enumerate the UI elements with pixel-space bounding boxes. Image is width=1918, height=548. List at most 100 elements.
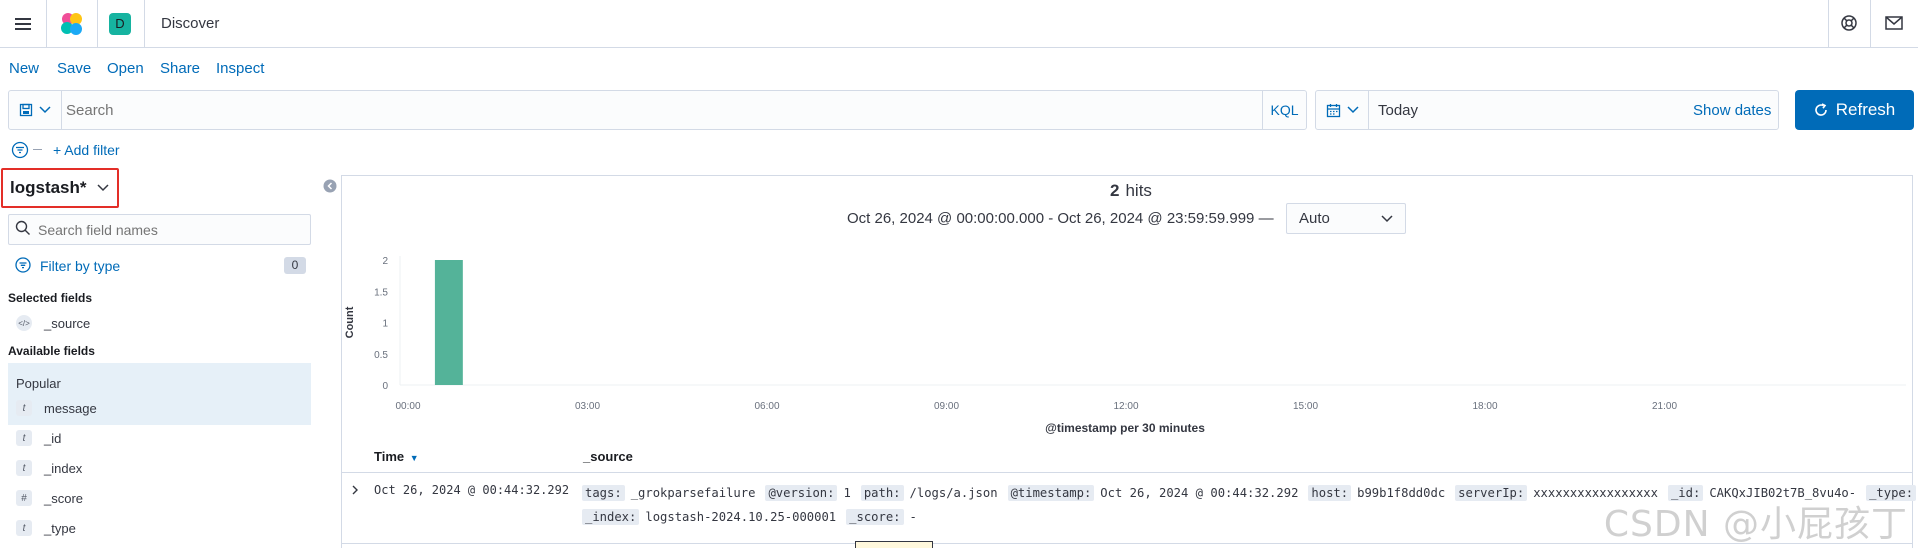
source-field-value: _grokparsefailure [630,486,756,500]
filter-divider [33,149,42,150]
source-field-value: Oct 26, 2024 @ 00:44:32.292 [1100,486,1299,500]
save-query-icon [19,103,33,117]
field-name: _score [44,490,84,506]
popular-title: Popular [16,376,61,391]
filter-count-badge: 0 [284,257,306,274]
row-source-line: _index: logstash-2024.10.25-000001 _score:… [582,509,927,525]
row-time: Oct 26, 2024 @ 00:44:32.292 [374,483,570,497]
string-type-icon: t [16,520,32,536]
x-tick-label: 21:00 [1652,401,1677,412]
x-tick-label: 03:00 [575,401,600,412]
space-avatar[interactable]: D [109,13,131,35]
refresh-label: Refresh [1835,100,1896,119]
field-item[interactable]: # _score [8,483,310,513]
y-tick-label: 1 [382,319,388,330]
hits-summary: 2 hits [1110,181,1152,201]
date-value[interactable]: Today [1378,102,1418,119]
page-title: Discover [161,15,220,32]
source-field-key: path: [860,485,904,501]
open-link[interactable]: Open [107,60,144,77]
source-field-key: tags: [582,485,625,501]
field-name: message [44,400,97,416]
field-item[interactable]: t message [8,393,310,423]
field-item[interactable]: t _type [8,513,310,543]
x-tick-label: 09:00 [934,401,959,412]
field-item[interactable]: t _index [8,453,310,483]
search-icon [15,220,30,235]
language-switcher[interactable]: KQL [1262,91,1306,129]
help-icon[interactable] [1840,14,1858,32]
mail-icon[interactable] [1885,15,1903,31]
time-range-text: Oct 26, 2024 @ 00:00:00.000 - Oct 26, 20… [847,210,1274,227]
index-pattern-label: logstash* [10,178,87,197]
interval-select[interactable]: Auto [1286,203,1406,234]
source-field-value: /logs/a.json [909,486,998,500]
search-input[interactable] [66,96,1256,124]
filter-options-icon[interactable] [11,141,29,159]
source-column-header: _source [583,449,633,464]
number-type-icon: # [16,490,32,506]
field-name: _type [44,520,76,536]
add-filter-button[interactable]: + Add filter [53,142,120,158]
histogram-bar [434,260,463,385]
field-item[interactable]: t _id [8,423,310,453]
x-tick-label: 18:00 [1472,401,1497,412]
new-link[interactable]: New [9,60,39,77]
expand-row-icon[interactable] [350,484,360,496]
time-header-label: Time [374,449,405,464]
field-item[interactable]: </> _source [8,308,310,338]
source-field-key: _index: [582,509,640,525]
chevron-down-icon [1346,106,1359,114]
show-dates-button[interactable]: Show dates [1693,102,1771,119]
source-field-key: _score: [846,509,904,525]
source-field-value: logstash-2024.10.25-000001 [645,510,837,524]
source-field-key: serverIp: [1455,485,1528,501]
refresh-icon [1814,103,1827,116]
chevron-down-icon [1381,214,1393,222]
interval-value: Auto [1299,210,1330,227]
histogram-chart: 2 1.5 1 0.5 0 00:00 03:00 06:00 09:00 12:00 15:00 1… [344,256,1906,435]
x-tick-label: 15:00 [1293,401,1318,412]
x-tick-label: 12:00 [1113,401,1138,412]
x-tick-label: 00:00 [395,401,420,412]
field-search-input[interactable] [38,219,298,241]
field-name: _source [44,315,91,331]
hits-label: hits [1125,181,1152,200]
y-tick-label: 1.5 [374,287,388,298]
tooltip-fragment [855,541,933,548]
top-header: D Discover [0,0,1918,48]
share-link[interactable]: Share [160,60,200,77]
x-axis-label: @timestamp per 30 minutes [1045,421,1205,435]
hits-count: 2 [1110,181,1120,200]
y-tick-label: 0.5 [374,350,388,361]
field-name: _id [44,430,62,446]
string-type-icon: t [16,430,32,446]
y-tick-label: 2 [382,256,388,267]
elastic-logo-icon[interactable] [59,11,85,37]
source-type-icon: </> [16,315,32,331]
selected-fields-title: Selected fields [8,291,93,305]
string-type-icon: t [16,400,32,416]
string-type-icon: t [16,460,32,476]
chevron-down-icon [39,106,51,114]
source-field-key: @timestamp: [1007,485,1095,501]
quick-menu-button[interactable] [1316,91,1369,129]
inspect-link[interactable]: Inspect [216,60,264,77]
refresh-button[interactable]: Refresh [1795,90,1914,130]
sort-down-icon: ▼ [409,453,419,463]
y-axis-label: Count [344,306,356,338]
source-field-value: 1 [843,486,851,500]
saved-query-button[interactable] [9,91,62,129]
save-link[interactable]: Save [57,60,91,77]
collapse-sidebar-icon[interactable] [323,179,337,193]
chevron-down-icon [97,184,109,192]
source-field-key: @version: [765,485,838,501]
source-field-value: - [909,510,917,524]
watermark: CSDN @小屁孩丁 [1603,504,1908,545]
filter-by-type-button[interactable]: Filter by type [40,258,120,274]
hamburger-menu-icon[interactable] [15,15,31,33]
kql-label: KQL [1270,102,1299,118]
x-tick-label: 06:00 [754,401,779,412]
index-pattern-selector[interactable]: logstash* [1,168,119,208]
time-column-header[interactable]: Time ▼ [374,449,419,464]
